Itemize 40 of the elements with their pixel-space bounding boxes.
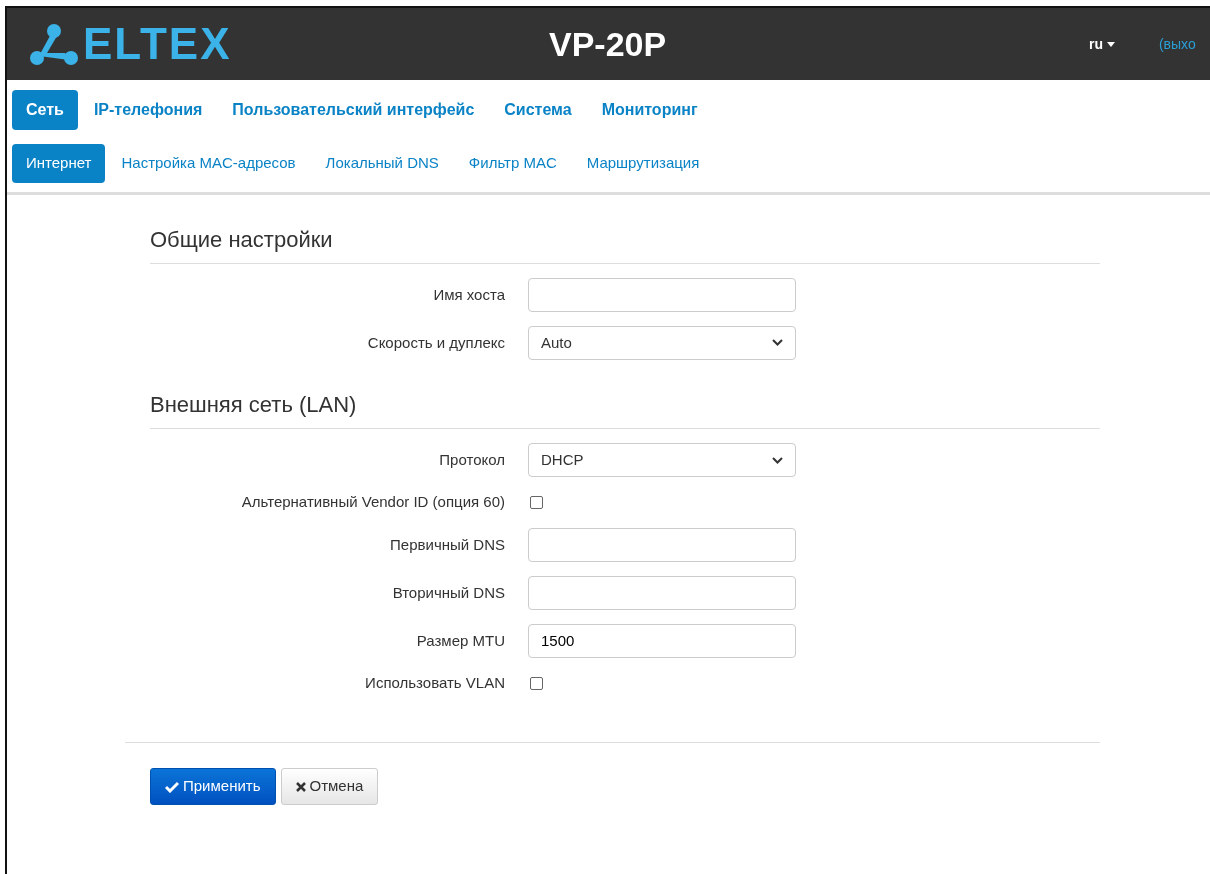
check-icon: [165, 781, 179, 794]
field-label: Размер MTU: [415, 630, 505, 651]
field-label: Альтернативный Vendor ID (опция 60): [240, 492, 505, 513]
input-field[interactable]: [528, 277, 796, 312]
language-dropdown[interactable]: ru: [1089, 33, 1115, 55]
field-label: Использовать VLAN: [364, 672, 505, 693]
logo-icon: [29, 22, 79, 66]
section-heading: Внешняя сеть (LAN): [150, 391, 1100, 430]
sub-tab[interactable]: Настройка MAC-адресов: [107, 144, 310, 183]
apply-button[interactable]: Применить: [150, 768, 276, 805]
select-field[interactable]: DHCP: [528, 443, 796, 478]
field-label: Протокол: [438, 450, 505, 471]
nav-tab[interactable]: Пользовательский интерфейс: [218, 90, 489, 130]
checkbox[interactable]: [530, 676, 543, 690]
nav-tab[interactable]: Сеть: [12, 90, 78, 130]
chevron-icon: [772, 456, 783, 464]
field-label: Вторичный DNS: [391, 582, 505, 603]
chevron-icon: [772, 339, 783, 347]
close-icon: [295, 782, 306, 793]
input-field[interactable]: [528, 575, 796, 610]
sub-tab[interactable]: Локальный DNS: [311, 144, 453, 183]
select-field[interactable]: Auto: [528, 325, 796, 360]
logo-text: ELTEX: [83, 22, 232, 66]
field-label: Первичный DNS: [389, 534, 505, 555]
nav-tab[interactable]: IP-телефония: [79, 90, 217, 130]
nav-tab[interactable]: Система: [490, 90, 586, 130]
sub-tab[interactable]: Интернет: [12, 144, 106, 183]
nav-tab[interactable]: Мониторинг: [587, 90, 712, 130]
input-field[interactable]: 1500: [528, 623, 796, 658]
sub-tab[interactable]: Фильтр MAC: [454, 144, 571, 183]
checkbox[interactable]: [530, 496, 543, 510]
device-title: VP-20P: [549, 23, 668, 65]
caret-icon: [1106, 42, 1115, 48]
field-label: Скорость и дуплекс: [366, 332, 505, 353]
section-heading: Общие настройки: [150, 226, 1100, 264]
cancel-button[interactable]: Отмена: [280, 768, 379, 805]
field-label: Имя хоста: [432, 284, 505, 305]
input-field[interactable]: [528, 527, 796, 562]
logout-link[interactable]: (выхо: [1158, 33, 1196, 55]
sub-tab[interactable]: Маршрутизация: [572, 144, 714, 183]
